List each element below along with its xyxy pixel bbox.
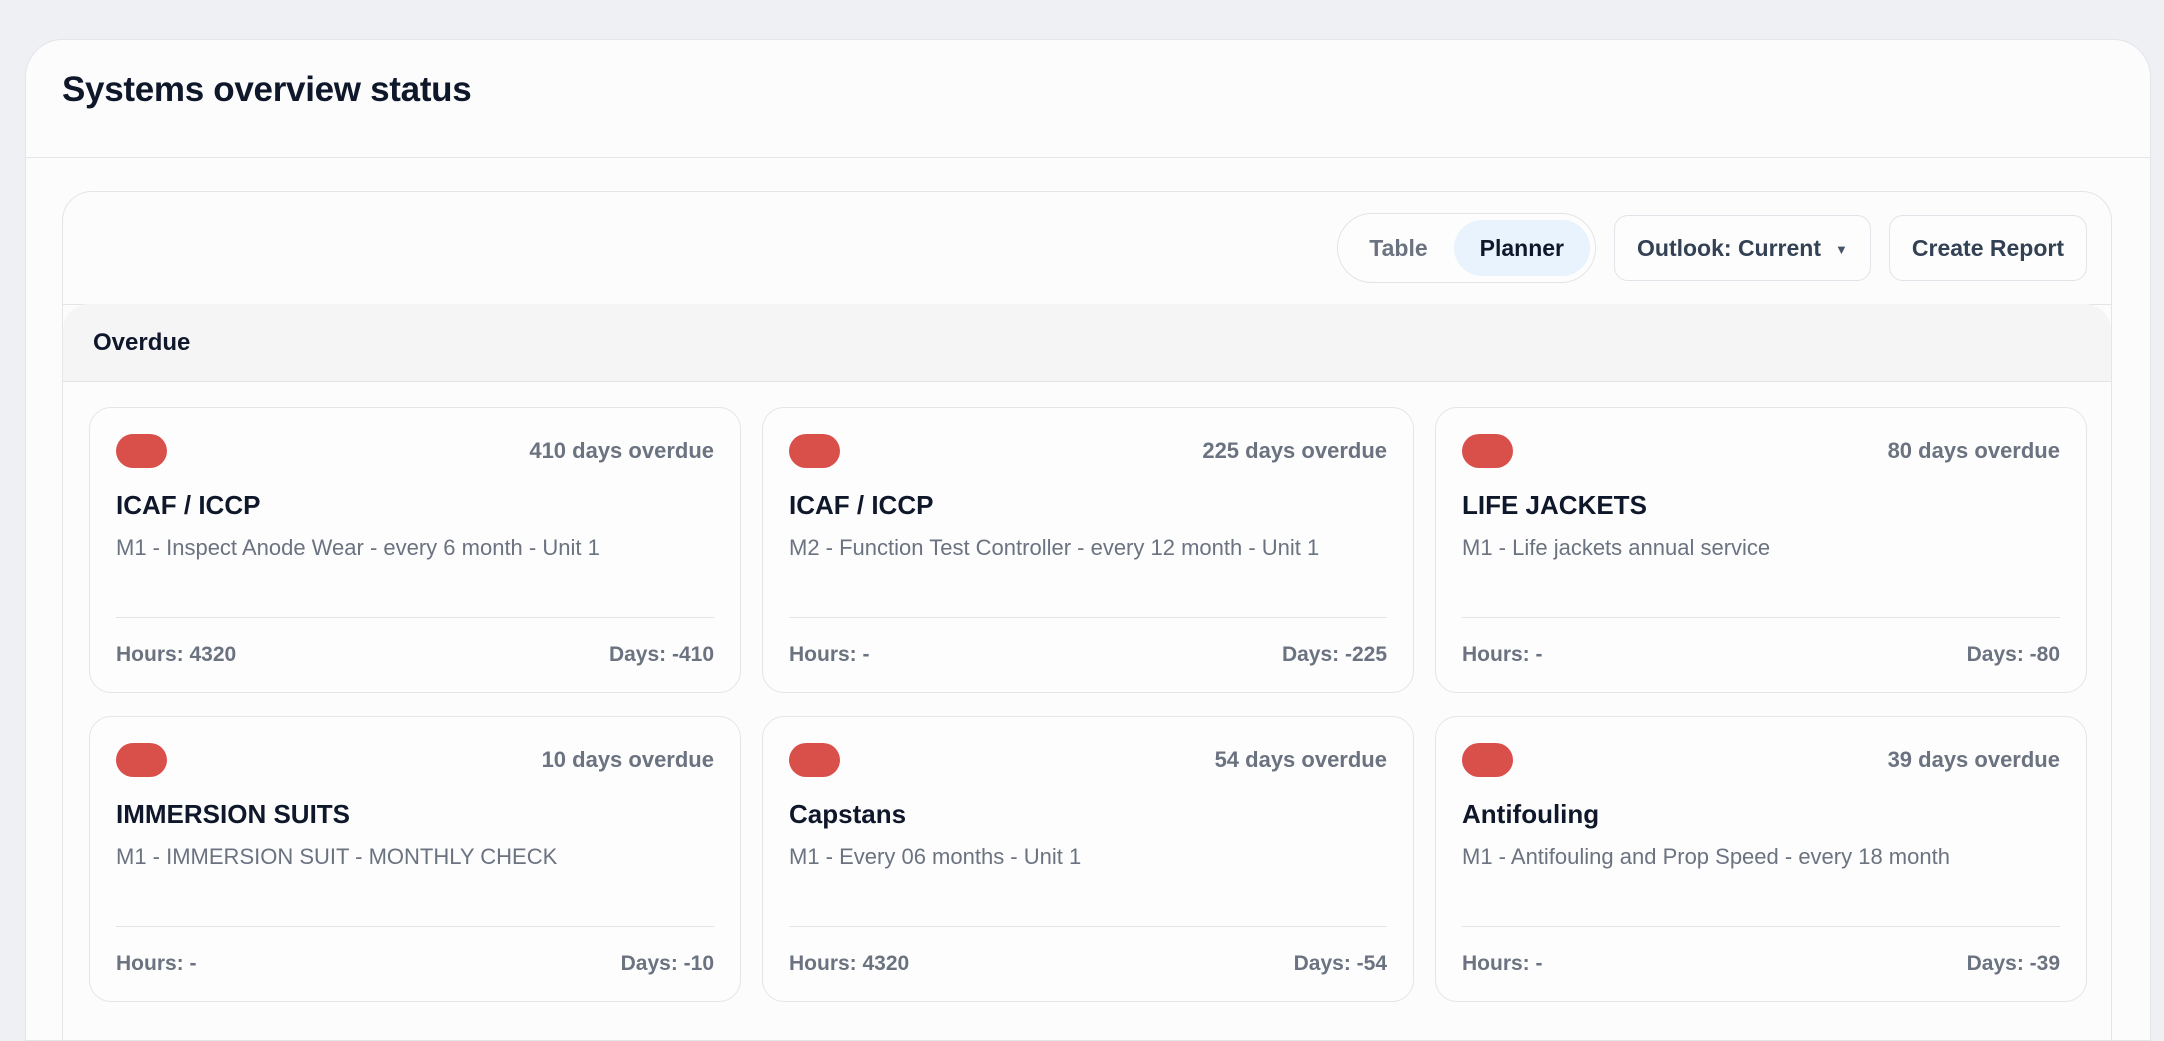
card-grid: 410 days overdue ICAF / ICCP M1 - Inspec… (63, 382, 2111, 1027)
card-footer: Hours: 4320 Days: -410 (116, 617, 714, 692)
overdue-section: Overdue 410 days overdue ICAF / ICCP M1 … (63, 304, 2111, 1027)
hours-value: Hours: - (1462, 952, 1543, 975)
card-title: IMMERSION SUITS (116, 799, 351, 829)
card-description: M1 - Antifouling and Prop Speed - every … (1462, 844, 1950, 869)
card-footer: Hours: - Days: -39 (1462, 926, 2060, 1001)
hours-value: Hours: - (1462, 643, 1543, 666)
task-card[interactable]: 80 days overdue LIFE JACKETS M1 - Life j… (1435, 407, 2087, 693)
create-report-button[interactable]: Create Report (1888, 215, 2087, 281)
hours-value: Hours: 4320 (116, 643, 237, 666)
card-title: ICAF / ICCP (116, 490, 261, 520)
page-header: Systems overview status (26, 40, 2150, 158)
hours-value: Hours: 4320 (789, 952, 910, 975)
days-value: Days: -225 (1281, 643, 1387, 666)
status-indicator (1462, 434, 1513, 468)
status-indicator (789, 743, 840, 777)
overdue-label: 410 days overdue (529, 438, 714, 463)
task-card[interactable]: 10 days overdue IMMERSION SUITS M1 - IMM… (89, 716, 741, 1002)
card-description: M1 - Life jackets annual service (1462, 535, 1771, 560)
card-footer: Hours: 4320 Days: -54 (789, 926, 1387, 1001)
card-description: M2 - Function Test Controller - every 12… (789, 535, 1320, 560)
section-title: Overdue (93, 328, 191, 356)
overdue-label: 225 days overdue (1202, 438, 1387, 463)
days-value: Days: -80 (1966, 643, 2060, 666)
card-footer: Hours: - Days: -80 (1462, 617, 2060, 692)
overdue-label: 54 days overdue (1214, 747, 1387, 772)
task-card[interactable]: 410 days overdue ICAF / ICCP M1 - Inspec… (89, 407, 741, 693)
card-title: LIFE JACKETS (1462, 490, 1647, 520)
status-indicator (1462, 743, 1513, 777)
overdue-label: 39 days overdue (1887, 747, 2060, 772)
chevron-down-icon: ▼ (1835, 242, 1848, 257)
overdue-label: 10 days overdue (541, 747, 714, 772)
planner-view-button[interactable]: Planner (1453, 220, 1591, 276)
days-value: Days: -54 (1293, 952, 1387, 975)
status-indicator (789, 434, 840, 468)
app-window: Systems overview status Table Planner Ou… (25, 39, 2151, 1041)
hours-value: Hours: - (789, 643, 870, 666)
systems-panel: Table Planner Outlook: Current ▼ Create … (62, 191, 2112, 1040)
days-value: Days: -39 (1966, 952, 2060, 975)
card-description: M1 - Every 06 months - Unit 1 (789, 844, 1082, 869)
card-footer: Hours: - Days: -10 (116, 926, 714, 1001)
toolbar: Table Planner Outlook: Current ▼ Create … (63, 192, 2111, 304)
status-indicator (116, 743, 167, 777)
card-footer: Hours: - Days: -225 (789, 617, 1387, 692)
task-card[interactable]: 54 days overdue Capstans M1 - Every 06 m… (762, 716, 1414, 1002)
outlook-dropdown[interactable]: Outlook: Current ▼ (1614, 215, 1871, 281)
page-title: Systems overview status (62, 69, 472, 109)
overdue-label: 80 days overdue (1887, 438, 2060, 463)
card-description: M1 - IMMERSION SUIT - MONTHLY CHECK (116, 844, 558, 869)
status-indicator (116, 434, 167, 468)
card-title: Antifouling (1462, 799, 1600, 829)
task-card[interactable]: 225 days overdue ICAF / ICCP M2 - Functi… (762, 407, 1414, 693)
days-value: Days: -10 (620, 952, 714, 975)
days-value: Days: -410 (608, 643, 714, 666)
view-toggle: Table Planner (1337, 213, 1597, 283)
card-title: Capstans (789, 799, 907, 829)
card-description: M1 - Inspect Anode Wear - every 6 month … (116, 535, 600, 560)
card-title: ICAF / ICCP (789, 490, 934, 520)
task-card[interactable]: 39 days overdue Antifouling M1 - Antifou… (1435, 716, 2087, 1002)
table-view-button[interactable]: Table (1343, 220, 1453, 276)
overdue-section-header: Overdue (63, 304, 2111, 382)
outlook-dropdown-label: Outlook: Current (1637, 235, 1822, 261)
hours-value: Hours: - (116, 952, 197, 975)
